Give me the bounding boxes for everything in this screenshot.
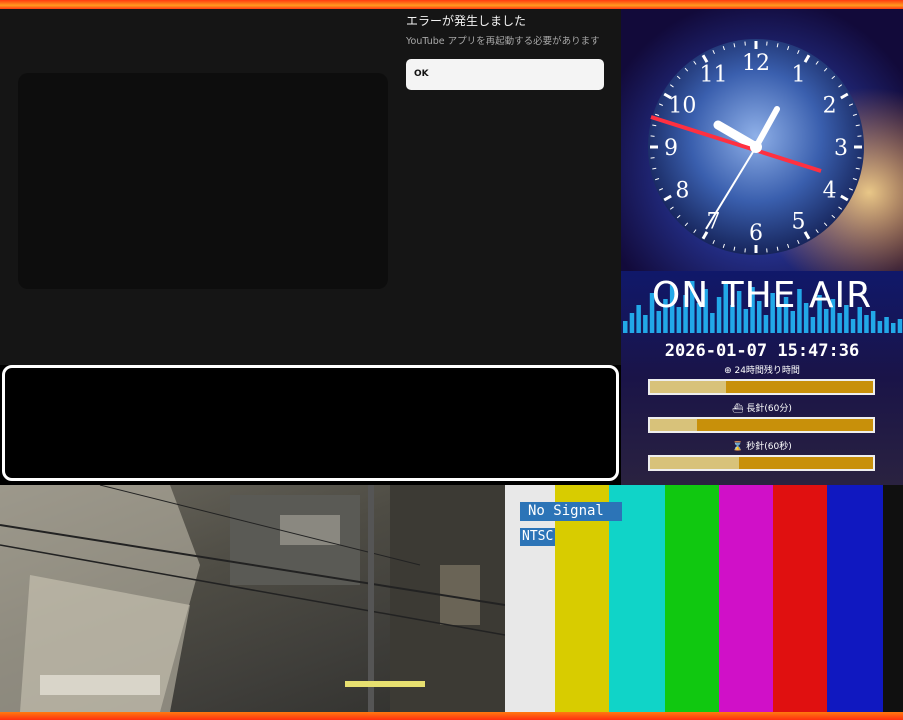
visualizer-bar: [763, 315, 769, 333]
clock-numeral: 11: [700, 62, 728, 87]
visualizer-bar: [877, 321, 883, 333]
color-bar: [773, 485, 827, 712]
frame-top-border: [0, 0, 903, 9]
clock-numeral: 2: [823, 94, 837, 119]
error-message: YouTube アプリを再起動する必要があります: [406, 36, 600, 47]
clock-svg: 12 12 3 45 6 78 9 1011: [621, 9, 903, 271]
visualizer-bar: [837, 313, 842, 333]
visualizer-bar: [623, 321, 628, 333]
clock-center: [750, 141, 762, 153]
visualizer-bar: [897, 319, 903, 333]
clock-numeral: 6: [749, 221, 763, 246]
meter-label-second: ⌛ 秒針(60秒): [732, 442, 792, 452]
visualizer-bar: [710, 313, 715, 333]
on-the-air-banner: ON THE AIR: [651, 275, 873, 316]
color-bar: [665, 485, 719, 712]
clock-numeral: 12: [742, 51, 770, 76]
analog-clock-panel: 12 1 2 3 4 5 6 7 8 9 10 11: [621, 9, 903, 271]
meter-24h: [648, 379, 875, 395]
visualizer-bar: [643, 315, 648, 333]
visualizer-bar: [850, 319, 856, 333]
color-bar: [719, 485, 773, 712]
clock-numeral: 7: [707, 210, 721, 235]
camera-scene: [0, 485, 505, 712]
current-datetime: 2026-01-07 15:47:36: [664, 341, 860, 361]
color-bar: [827, 485, 883, 712]
ok-button[interactable]: OK: [406, 59, 604, 90]
street-camera-feed: [0, 485, 505, 712]
meter-label-24h: ⊕ 24時間残り時間: [724, 366, 800, 376]
visualizer-bar: [629, 313, 635, 333]
ntsc-label: NTSC: [520, 528, 556, 546]
meter-label-minute: ⛴ 長針(60分): [732, 404, 792, 414]
video-placeholder: [18, 73, 388, 289]
no-signal-label: No Signal: [520, 502, 622, 521]
color-bar: [883, 485, 903, 712]
meter-second: [648, 455, 875, 471]
visualizer-bar: [810, 317, 816, 333]
hourglass-icon: ⌛: [732, 442, 744, 452]
meter-second-fill: [650, 457, 740, 469]
clock-numeral: 5: [792, 210, 806, 235]
visualizer-bar: [884, 317, 889, 333]
clock-numeral: 10: [668, 94, 696, 119]
meter-minute: [648, 417, 875, 433]
clock-numeral: 4: [823, 179, 837, 204]
empty-video-frame: [2, 365, 619, 481]
error-title: エラーが発生しました: [406, 14, 527, 28]
clock-numeral: 8: [675, 179, 689, 204]
visualizer-bar: [864, 315, 869, 333]
clock-numeral: 3: [834, 136, 848, 161]
meter-24h-fill: [650, 381, 726, 393]
ship-icon: ⛴: [732, 404, 744, 414]
on-the-air-panel: ON THE AIR 2026-01-07 15:47:36 ⊕ 24時間残り時…: [621, 271, 903, 485]
clock-numeral: 1: [792, 62, 806, 87]
youtube-error-panel: エラーが発生しました YouTube アプリを再起動する必要があります OK: [0, 9, 621, 365]
meter-minute-fill: [650, 419, 697, 431]
clock-numeral: 9: [664, 136, 678, 161]
visualizer-bar: [891, 323, 896, 333]
globe-icon: ⊕: [724, 366, 732, 376]
frame-bottom-border: [0, 712, 903, 720]
